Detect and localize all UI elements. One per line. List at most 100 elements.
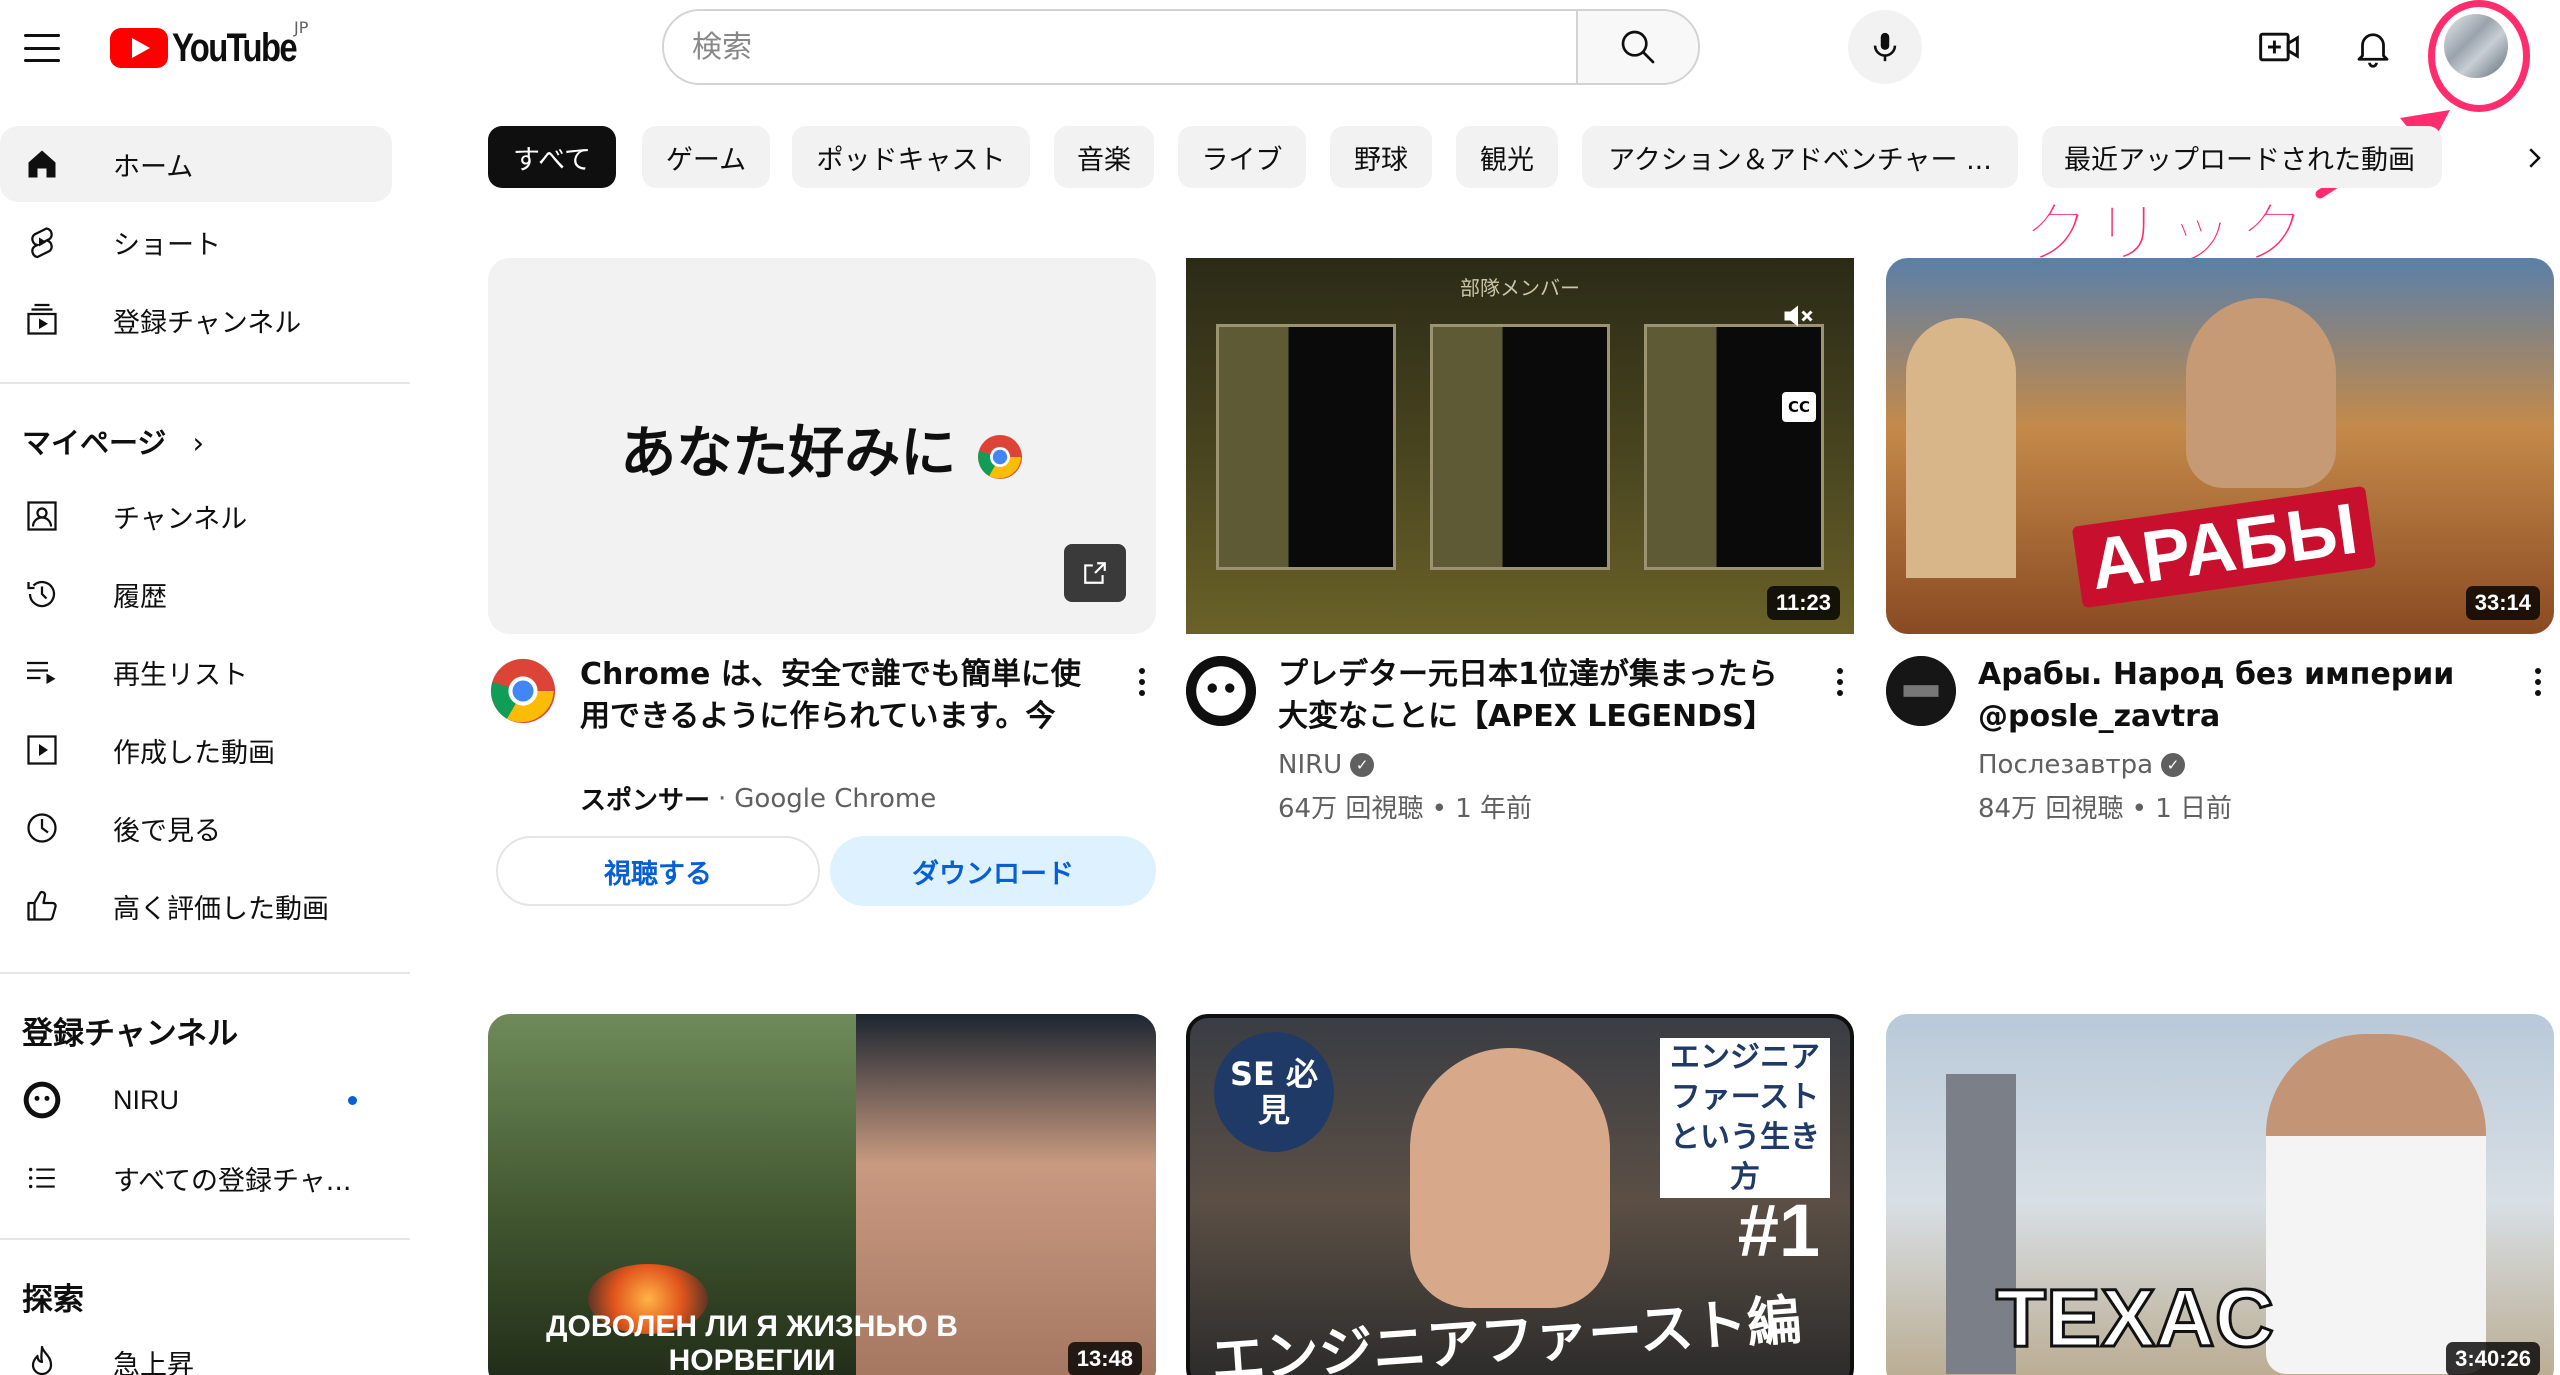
niru-channel-avatar — [22, 1080, 62, 1120]
youtube-home-page: YouTube JP クリック ホーム — [0, 0, 2560, 1375]
sidebar-item-liked-videos[interactable]: 高く評価した動画 — [0, 868, 392, 944]
video-thumbnail[interactable]: TEXAC 3:40:26 — [1886, 1014, 2554, 1375]
chips-next-button[interactable] — [2514, 138, 2554, 178]
subscriptions-icon — [22, 300, 62, 340]
sidebar-item-trending[interactable]: 急上昇 — [0, 1324, 392, 1375]
chip-games[interactable]: ゲーム — [642, 126, 770, 188]
video-thumbnail[interactable]: ДОВОЛЕН ЛИ Я ЖИЗНЬЮ В НОРВЕГИИ 13:48 — [488, 1014, 1156, 1375]
search-input[interactable] — [664, 11, 1576, 83]
ad-download-button[interactable]: ダウンロード — [830, 836, 1156, 906]
chip-baseball[interactable]: 野球 — [1330, 126, 1432, 188]
sidebar-item-label: チャンネル — [113, 503, 248, 535]
chip-recently-uploaded[interactable]: 最近アップロードされた動画 — [2042, 126, 2442, 188]
subscriptions-heading: 登録チャンネル — [22, 1016, 239, 1052]
list-icon — [22, 1158, 62, 1198]
open-external-icon[interactable] — [1064, 544, 1126, 602]
video-channel[interactable]: NIRU ✓ — [1278, 750, 1375, 780]
chrome-logo-icon — [977, 434, 1022, 479]
watch-later-icon — [22, 808, 62, 848]
video-title[interactable]: Арабы. Народ без империи @posle_zavtra — [1978, 654, 2498, 738]
sidebar-item-label: ホーム — [113, 151, 194, 183]
logo-text: YouTube — [172, 25, 298, 70]
search-button[interactable] — [1576, 11, 1698, 83]
person-shape — [1410, 1048, 1610, 1308]
sidebar-divider — [0, 972, 410, 974]
video-duration: 11:23 — [1766, 586, 1840, 620]
sidebar-item-label: 高く評価した動画 — [113, 893, 329, 925]
video-channel[interactable]: Послезавтра ✓ — [1978, 750, 2186, 780]
chip-tourism[interactable]: 観光 — [1456, 126, 1558, 188]
chip-live[interactable]: ライブ — [1178, 126, 1306, 188]
menu-icon[interactable] — [22, 28, 62, 68]
youtube-logo[interactable]: YouTube — [110, 24, 323, 72]
ad-watch-button[interactable]: 視聴する — [496, 836, 820, 906]
squad-panel — [1430, 324, 1610, 570]
chip-all[interactable]: すべて — [488, 126, 616, 188]
new-content-dot — [348, 1095, 357, 1105]
sidebar-divider — [0, 1238, 410, 1240]
sidebar-item-playlists[interactable]: 再生リスト — [0, 634, 392, 710]
captions-icon[interactable]: CC — [1782, 392, 1816, 422]
video-duration: 33:14 — [2465, 586, 2540, 620]
thumbnail-caption: 部隊メンバー — [1460, 278, 1580, 300]
sidebar-divider — [0, 382, 410, 384]
voice-search-button[interactable] — [1848, 10, 1922, 84]
ad-title[interactable]: Chrome は、安全で誰でも簡単に使用できるように作られています。今す... — [580, 654, 1100, 738]
youtube-play-icon — [110, 28, 168, 68]
sidebar-item-label: 急上昇 — [113, 1349, 194, 1375]
search-icon — [1621, 30, 1655, 64]
create-video-icon — [2259, 32, 2299, 62]
microphone-icon — [1873, 32, 1897, 62]
video-duration: 13:48 — [1067, 1342, 1142, 1375]
search-bar — [662, 9, 1700, 85]
squad-panel — [1644, 324, 1824, 570]
sidebar-item-history[interactable]: 履歴 — [0, 556, 392, 632]
sidebar-item-all-subscriptions[interactable]: すべての登録チャ... — [0, 1140, 392, 1216]
video-thumbnail[interactable]: SE 必見 エンジニア ファースト という生き方 #1 エンジニアファースト編 — [1186, 1014, 1854, 1375]
video-thumbnail[interactable]: 部隊メンバー CC 11:23 — [1186, 258, 1854, 634]
sidebar: ホーム ショート 登録チャンネル マイページ › チャンネル 履歴 再生リスト — [0, 112, 410, 1375]
notifications-button[interactable] — [2348, 22, 2398, 72]
sidebar-you-heading[interactable]: マイページ › — [22, 420, 204, 462]
ad-thumbnail-text: あなた好みに — [488, 408, 1156, 489]
create-button[interactable] — [2254, 22, 2304, 72]
channel-icon — [22, 496, 62, 536]
muted-icon[interactable] — [1780, 298, 1816, 342]
verified-badge-icon: ✓ — [2161, 753, 2186, 777]
video-meta: 64万 回視聴 • 1 年前 — [1278, 794, 1533, 824]
sidebar-item-channel[interactable]: チャンネル — [0, 478, 392, 554]
channel-name: Послезавтра — [1978, 750, 2154, 780]
sidebar-item-your-videos[interactable]: 作成した動画 — [0, 712, 392, 788]
channel-avatar[interactable] — [1886, 656, 1956, 726]
sidebar-item-watch-later[interactable]: 後で見る — [0, 790, 392, 866]
sidebar-item-label: 作成した動画 — [113, 737, 275, 769]
thumbnail-side-text: エンジニア ファースト という生き方 — [1660, 1038, 1830, 1198]
sidebar-item-home[interactable]: ホーム — [0, 126, 392, 202]
sidebar-item-label: 再生リスト — [113, 659, 248, 691]
your-videos-icon — [22, 730, 62, 770]
home-icon — [22, 144, 62, 184]
video-more-options-icon[interactable] — [1824, 660, 1856, 704]
sidebar-item-shorts[interactable]: ショート — [0, 204, 392, 280]
ad-more-options-icon[interactable] — [1126, 660, 1158, 704]
thumbnail-caption: АРАБЫ — [2071, 485, 2377, 609]
bell-icon — [2357, 33, 2389, 68]
video-title[interactable]: プレデター元日本1位達が集まったら大変なことに【APEX LEGENDS】 — [1278, 654, 1798, 738]
ad-thumbnail[interactable]: あなた好みに — [488, 258, 1156, 634]
mosque-shape — [1906, 318, 2016, 578]
top-header: YouTube JP — [0, 0, 2560, 95]
video-more-options-icon[interactable] — [2522, 660, 2554, 704]
chrome-channel-avatar[interactable] — [488, 656, 558, 726]
annotation-highlight-circle — [2428, 0, 2530, 112]
chip-music[interactable]: 音楽 — [1054, 126, 1154, 188]
chip-action-adventure[interactable]: アクション＆アドベンチャー ... — [1582, 126, 2018, 188]
sidebar-item-niru[interactable]: NIRU — [0, 1062, 392, 1138]
channel-avatar[interactable] — [1186, 656, 1256, 726]
sidebar-item-label: 履歴 — [113, 581, 167, 613]
video-thumbnail[interactable]: АРАБЫ 33:14 — [1886, 258, 2554, 634]
sidebar-item-subscriptions[interactable]: 登録チャンネル — [0, 282, 392, 358]
liked-videos-icon — [22, 886, 62, 926]
chip-podcasts[interactable]: ポッドキャスト — [792, 126, 1030, 188]
sidebar-item-label: ショート — [113, 229, 221, 261]
you-section-title: マイページ — [22, 426, 167, 460]
